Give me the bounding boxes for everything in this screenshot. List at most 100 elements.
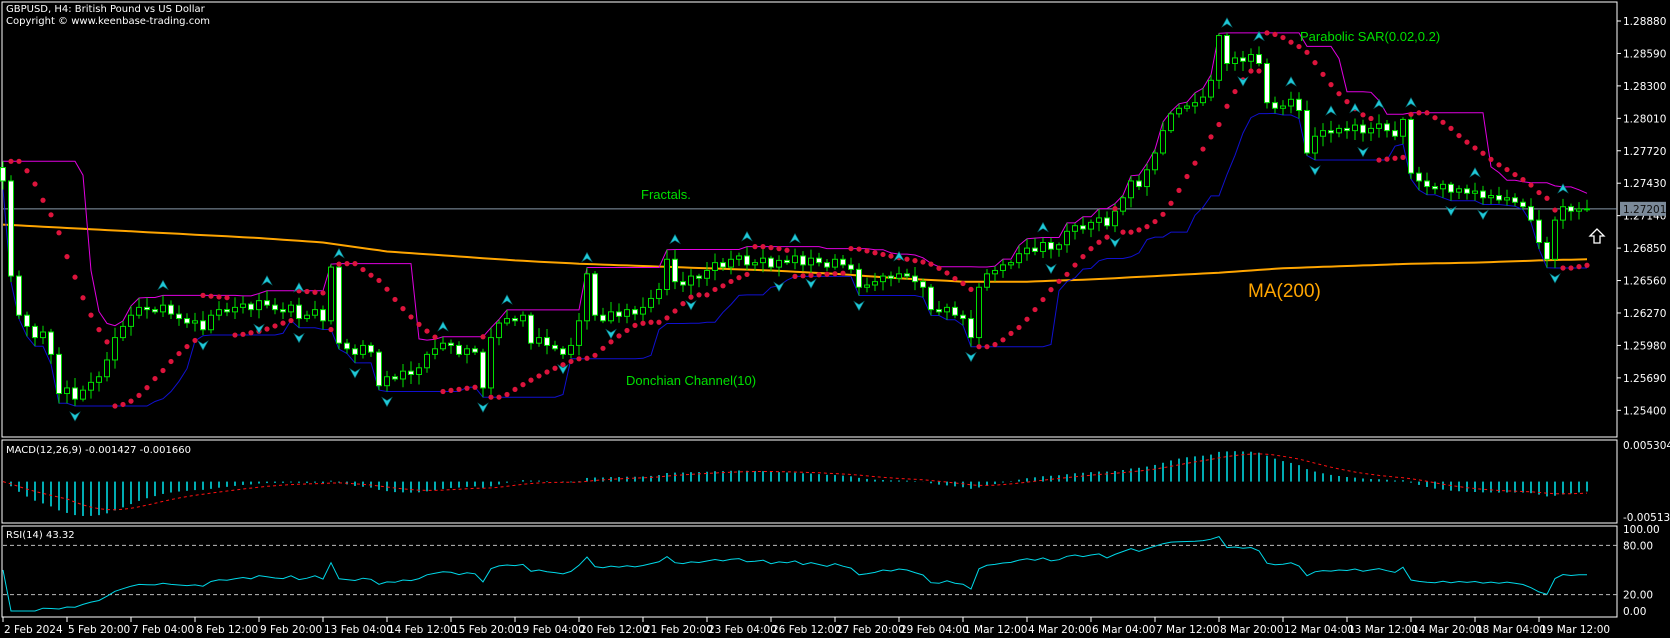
sar-dot — [792, 273, 798, 279]
sar-dot — [1152, 218, 1158, 225]
candle-body — [1472, 190, 1478, 194]
sar-dot — [88, 312, 94, 318]
sar-dot — [1400, 154, 1406, 160]
candle-body — [112, 337, 118, 361]
sar-dot — [72, 274, 78, 280]
candle-body — [840, 258, 846, 266]
sar-dot — [1424, 110, 1430, 116]
time-tick-label: 8 Mar 20:00 — [1220, 624, 1283, 636]
price-tick-label: 1.25690 — [1623, 373, 1666, 385]
candle-body — [592, 273, 598, 316]
sar-dot — [1528, 182, 1534, 188]
sar-dot — [928, 261, 934, 267]
time-tick-label: 13 Feb 04:00 — [324, 624, 393, 636]
candle-body — [640, 306, 646, 315]
sar-dot — [1200, 146, 1206, 152]
sar-dot — [368, 272, 374, 278]
candle-body — [1120, 197, 1126, 212]
candle-body — [1024, 247, 1030, 255]
sar-dot — [704, 292, 710, 298]
candle-body — [128, 314, 134, 327]
candle-body — [280, 309, 286, 313]
sar-dot — [1296, 43, 1302, 50]
sar-dot — [840, 270, 846, 276]
rsi-tick-label: 100.00 — [1623, 524, 1660, 536]
time-tick-label: 27 Feb 20:00 — [836, 624, 905, 636]
candle-body — [1128, 180, 1134, 199]
sar-dot — [280, 320, 286, 326]
candle-body — [168, 304, 174, 315]
sar-dot — [312, 289, 318, 295]
sar-dot — [1248, 68, 1254, 74]
sar-dot — [816, 272, 822, 278]
copyright: Copyright © www.keenbase-trading.com — [6, 16, 210, 27]
sar-dot — [1536, 189, 1542, 196]
sar-dot — [392, 296, 398, 303]
fractals-label: Fractals. — [641, 187, 691, 202]
trading-chart[interactable]: 0.005304 -0.005133 100.00 80.00 20.00 0.00 1… — [0, 0, 1670, 638]
candle-body — [40, 331, 46, 339]
sar-dot — [336, 261, 342, 267]
time-tick-label: 19 Feb 04:00 — [516, 624, 585, 636]
sar-label: Parabolic SAR(0.02,0.2) — [1300, 29, 1440, 44]
candle-body — [528, 314, 534, 344]
sar-dot — [1488, 156, 1494, 162]
sar-dot — [672, 308, 678, 314]
candle-body — [1144, 169, 1150, 188]
sar-dot — [976, 344, 982, 350]
sar-dot — [944, 270, 950, 276]
candle-body — [560, 348, 566, 355]
sar-dot — [824, 271, 830, 277]
sar-dot — [208, 293, 214, 299]
sar-dot — [760, 244, 766, 250]
ma-label: MA(200) — [1248, 281, 1321, 302]
candle-body — [1272, 102, 1278, 109]
candle-body — [1216, 35, 1222, 81]
sar-dot — [128, 398, 134, 404]
sar-dot — [472, 384, 478, 390]
sar-dot — [488, 394, 494, 400]
candle-body — [232, 306, 238, 313]
candle-body — [1352, 124, 1358, 132]
sar-dot — [344, 261, 350, 267]
candle-body — [1184, 105, 1190, 109]
sar-dot — [1392, 155, 1398, 161]
candle-body — [1016, 253, 1022, 264]
sar-dot — [448, 387, 454, 393]
candle-body — [1560, 206, 1566, 221]
sar-dot — [1344, 99, 1350, 105]
sar-dot — [1408, 111, 1414, 117]
time-tick-label: 18 Mar 04:00 — [1476, 624, 1546, 636]
sar-dot — [720, 283, 726, 289]
candle-body — [320, 309, 326, 322]
sar-dot — [584, 355, 590, 361]
sar-dot — [648, 319, 654, 325]
candle-body — [56, 353, 62, 395]
sar-dot — [168, 358, 174, 365]
candle-body — [1344, 127, 1350, 132]
sar-dot — [592, 352, 598, 358]
candle-body — [1088, 221, 1094, 230]
sar-dot — [16, 158, 22, 164]
sar-dot — [48, 212, 54, 218]
time-tick-label: 23 Feb 04:00 — [708, 624, 777, 636]
candle-body — [16, 275, 22, 316]
candle-body — [1096, 217, 1102, 223]
sar-dot — [1024, 316, 1030, 322]
sar-dot — [520, 382, 526, 388]
price-tick-label: 1.27430 — [1623, 178, 1666, 190]
sar-dot — [440, 388, 446, 395]
candle-body — [496, 322, 502, 339]
sar-dot — [912, 258, 918, 264]
candle-body — [1360, 124, 1366, 134]
sar-dot — [1032, 306, 1038, 313]
sar-dot — [40, 197, 46, 203]
sar-dot — [1584, 262, 1590, 268]
candle-body — [584, 273, 590, 322]
sar-dot — [1192, 160, 1198, 166]
sar-dot — [768, 245, 774, 251]
time-tick-label: 15 Feb 20:00 — [452, 624, 521, 636]
sar-dot — [1432, 115, 1438, 121]
sar-dot — [480, 334, 486, 340]
sar-dot — [136, 392, 142, 399]
